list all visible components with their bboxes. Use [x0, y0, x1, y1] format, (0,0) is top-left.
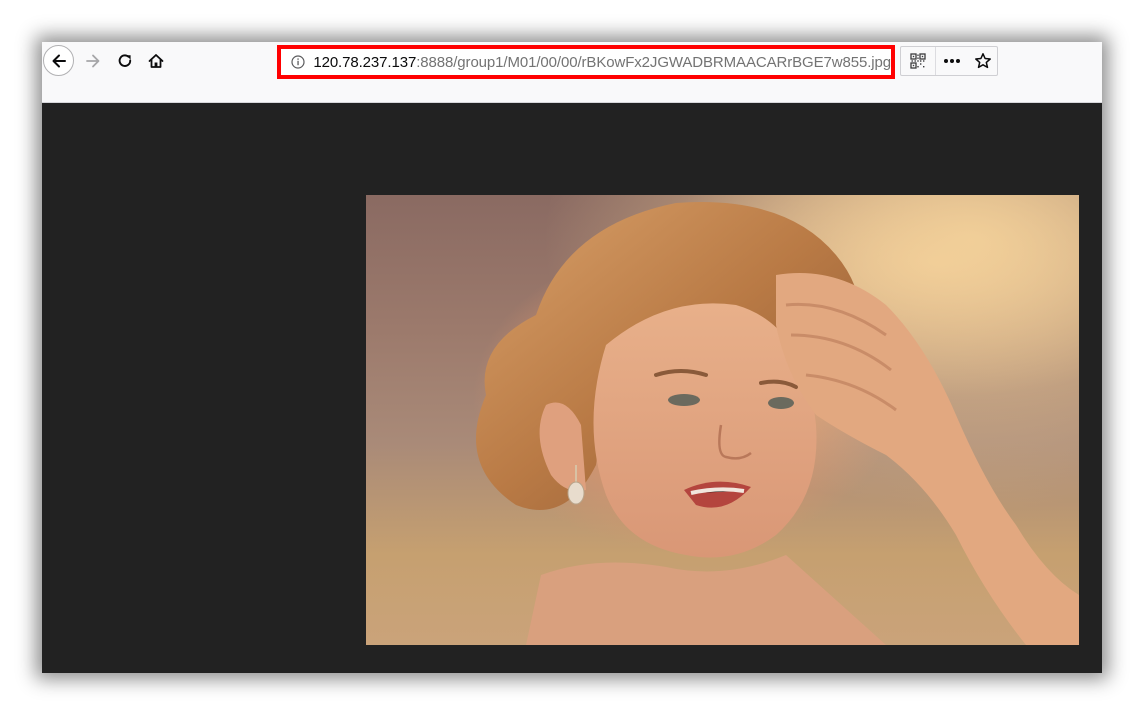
address-bar[interactable]: 120.78.237.137:8888/group1/M01/00/00/rBK… [281, 49, 891, 75]
back-button[interactable] [43, 45, 74, 76]
page-actions-group [900, 46, 998, 76]
more-dots-icon [944, 59, 961, 63]
image-viewer [42, 103, 1102, 673]
more-actions-button[interactable] [936, 47, 970, 75]
url-path: :8888/group1/M01/00/00/rBKowFx2JGWADBRMA… [416, 53, 891, 71]
portrait-illustration [366, 195, 1079, 645]
forward-button[interactable] [78, 46, 108, 76]
qr-code-button[interactable] [901, 47, 936, 75]
viewed-image[interactable] [366, 195, 1079, 645]
browser-window: 120.78.237.137:8888/group1/M01/00/00/rBK… [42, 42, 1102, 673]
url-text: 120.78.237.137:8888/group1/M01/00/00/rBK… [313, 54, 891, 71]
home-icon [148, 54, 164, 68]
home-button[interactable] [141, 46, 171, 76]
arrow-right-icon [86, 54, 100, 68]
site-info-button[interactable] [287, 51, 308, 73]
bookmark-button[interactable] [969, 47, 997, 75]
reload-button[interactable] [110, 46, 140, 76]
star-icon [975, 53, 992, 69]
reload-icon [118, 54, 132, 67]
qr-code-icon [910, 53, 926, 69]
browser-toolbar: 120.78.237.137:8888/group1/M01/00/00/rBK… [42, 42, 1102, 102]
info-icon [291, 55, 305, 69]
url-host: 120.78.237.137 [313, 53, 417, 71]
arrow-left-icon [52, 54, 66, 67]
